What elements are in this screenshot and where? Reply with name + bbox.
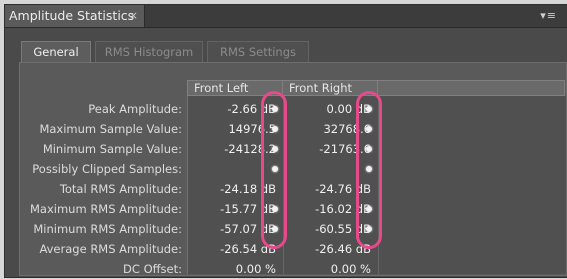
row-label: DC Offset: — [123, 262, 182, 276]
row-label: Maximum RMS Amplitude: — [30, 202, 182, 216]
column-header-empty — [377, 80, 565, 96]
row-label: Maximum Sample Value: — [39, 122, 182, 136]
tab-general[interactable]: General — [21, 41, 91, 64]
row-label: Peak Amplitude: — [88, 102, 182, 116]
row-label: Possibly Clipped Samples: — [32, 162, 182, 176]
statistics-content: Front Left Front Right Peak Amplitude: -… — [19, 62, 567, 276]
row-label: Average RMS Amplitude: — [39, 242, 182, 256]
amplitude-statistics-panel: Amplitude Statistics × ▾≡ General RMS Hi… — [4, 4, 567, 278]
row-label: Minimum Sample Value: — [42, 142, 182, 156]
panel-menu-icon[interactable]: ▾≡ — [540, 9, 557, 22]
panel-tab-amplitude-statistics[interactable]: Amplitude Statistics × — [5, 5, 145, 27]
front-left-value: 0.00 % — [235, 262, 276, 276]
highlight-oval-front-right — [356, 91, 382, 249]
tab-rms-settings[interactable]: RMS Settings — [207, 41, 309, 63]
close-icon[interactable]: × — [129, 5, 138, 27]
subtab-bar: General RMS Histogram RMS Settings — [21, 41, 561, 64]
row-label: Total RMS Amplitude: — [59, 182, 182, 196]
panel-title: Amplitude Statistics — [9, 8, 135, 23]
highlight-oval-front-left — [261, 91, 287, 249]
front-right-value: 0.00 % — [330, 262, 371, 276]
tab-rms-histogram[interactable]: RMS Histogram — [95, 41, 203, 63]
panel-header: Amplitude Statistics × ▾≡ — [5, 5, 567, 28]
row-label: Minimum RMS Amplitude: — [33, 222, 182, 236]
